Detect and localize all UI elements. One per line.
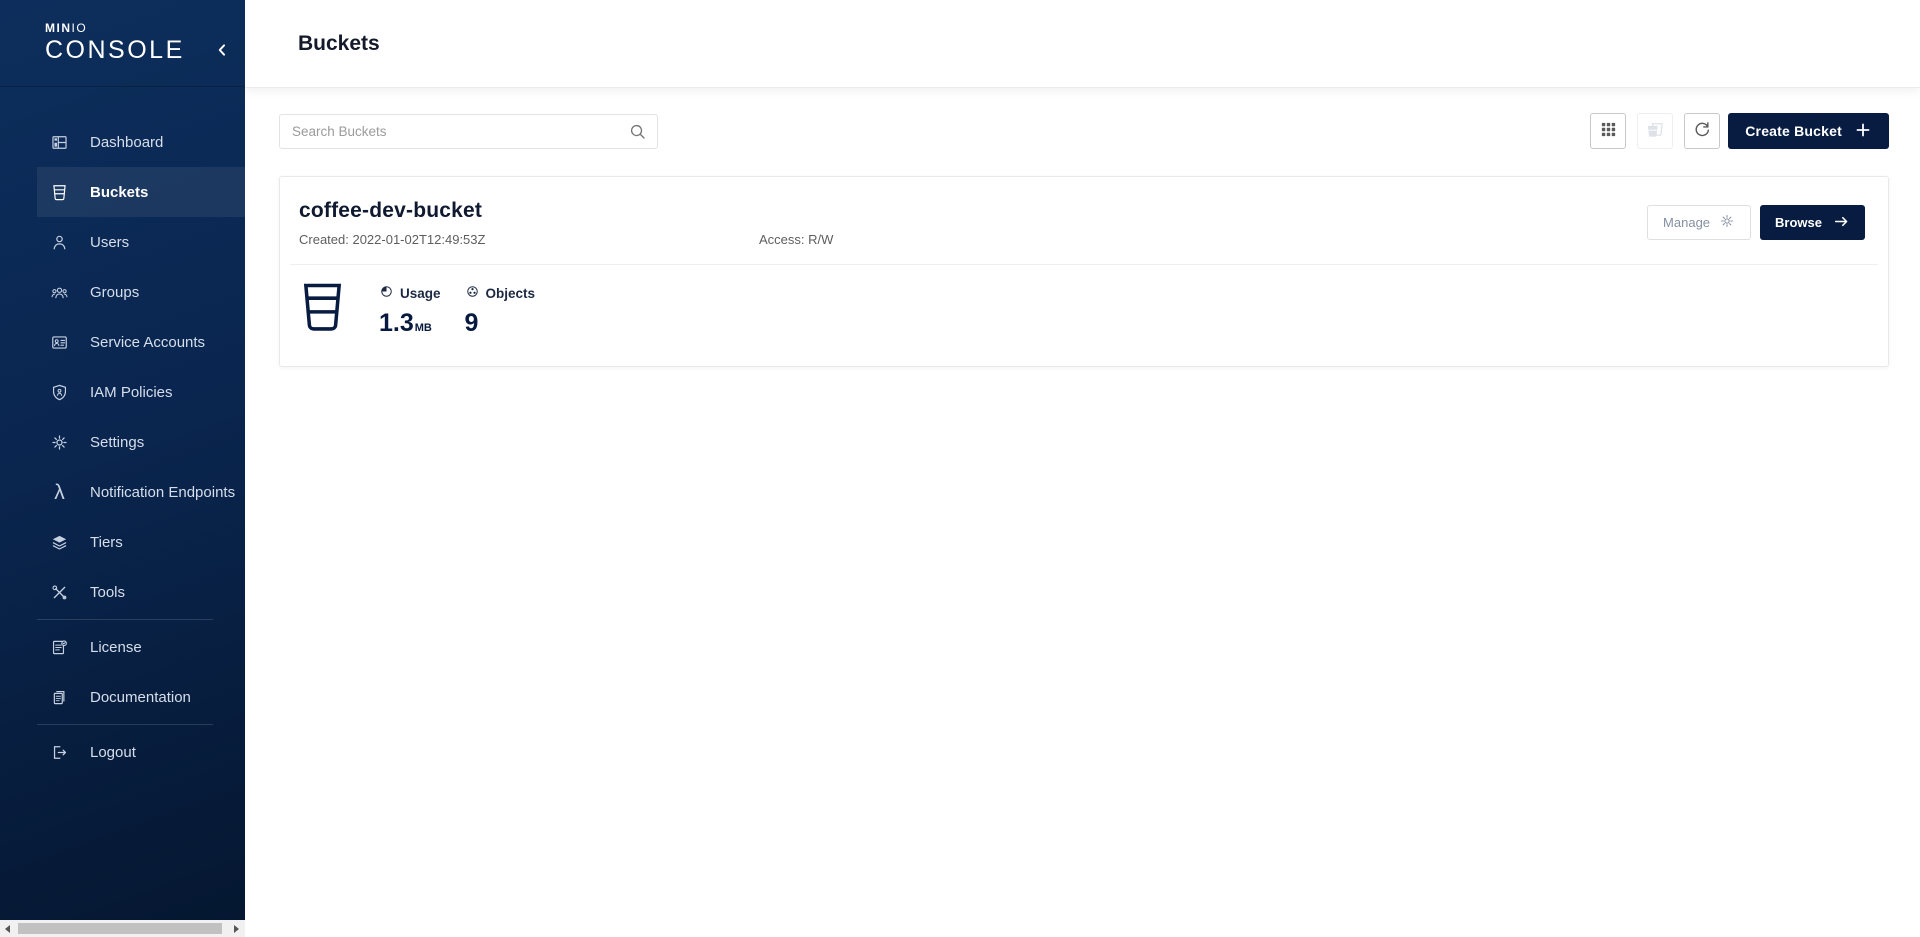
bucket-card: coffee-dev-bucket Created: 2022-01-02T12… <box>279 176 1889 367</box>
tools-icon <box>50 583 69 602</box>
bucket-created: Created: 2022-01-02T12:49:53Z <box>299 232 759 247</box>
grid-view-button[interactable] <box>1590 113 1626 149</box>
gear-icon <box>1719 213 1735 232</box>
list-view-button-disabled <box>1637 113 1673 149</box>
bucket-list-view-icon <box>1645 120 1665 143</box>
sidebar-item-buckets[interactable]: Buckets <box>37 167 245 217</box>
bucket-card-body: Usage 1.3MB Objects 9 <box>280 265 1888 366</box>
pie-chart-icon <box>379 284 394 302</box>
main-content: Buckets Create Bucket coffee-dev-bucket … <box>245 0 1920 937</box>
sidebar-item-label: Groups <box>90 284 139 301</box>
sidebar-item-dashboard[interactable]: Dashboard <box>37 117 245 167</box>
sidebar-item-iam-policies[interactable]: IAM Policies <box>37 367 245 417</box>
lambda-icon: λ <box>50 483 69 502</box>
sidebar-item-label: Service Accounts <box>90 334 205 351</box>
arrow-right-icon <box>1833 213 1850 233</box>
sidebar-item-documentation[interactable]: Documentation <box>37 672 245 722</box>
sidebar-item-label: Tools <box>90 584 125 601</box>
objects-label: Objects <box>486 286 536 301</box>
browse-button[interactable]: Browse <box>1760 205 1865 240</box>
sidebar-item-settings[interactable]: Settings <box>37 417 245 467</box>
objects-icon <box>465 284 480 302</box>
sidebar-item-label: IAM Policies <box>90 384 173 401</box>
sidebar-item-label: Users <box>90 234 129 251</box>
usage-metric: Usage 1.3MB <box>379 284 441 338</box>
sidebar-item-license[interactable]: License <box>37 622 245 672</box>
grid-view-icon <box>1599 120 1618 142</box>
usage-label: Usage <box>400 286 441 301</box>
usage-value: 1.3MB <box>379 309 441 338</box>
logout-icon <box>50 743 69 762</box>
bucket-access: Access: R/W <box>759 232 833 247</box>
minio-logo: MINIO <box>45 22 245 34</box>
bucket-name[interactable]: coffee-dev-bucket <box>299 199 1865 223</box>
sidebar-item-notification-endpoints[interactable]: λ Notification Endpoints <box>37 467 245 517</box>
bucket-card-header: coffee-dev-bucket Created: 2022-01-02T12… <box>280 177 1888 264</box>
layers-icon <box>50 533 69 552</box>
search-icon <box>628 122 647 146</box>
buckets-toolbar: Create Bucket <box>279 113 1889 149</box>
sidebar-logo-block: MINIO CONSOLE <box>0 0 245 87</box>
scrollbar-thumb[interactable] <box>18 923 222 934</box>
sidebar-item-tiers[interactable]: Tiers <box>37 517 245 567</box>
shield-icon <box>50 383 69 402</box>
search-input[interactable] <box>279 114 658 149</box>
sidebar-item-label: Documentation <box>90 689 191 706</box>
gear-icon <box>50 433 69 452</box>
bucket-metrics: Usage 1.3MB Objects 9 <box>379 284 535 338</box>
logo-text-bold: MIN <box>45 21 72 35</box>
sidebar-item-label: Logout <box>90 744 136 761</box>
page-header: Buckets <box>245 0 1920 87</box>
sidebar-nav: Dashboard Buckets Users Groups Service A… <box>0 117 245 777</box>
horizontal-scrollbar[interactable] <box>0 920 245 937</box>
scrollbar-right-arrow[interactable] <box>234 925 239 933</box>
chevron-left-icon <box>213 41 231 62</box>
objects-metric: Objects 9 <box>465 284 536 338</box>
service-accounts-icon <box>50 333 69 352</box>
page-title: Buckets <box>298 32 380 56</box>
sidebar-item-label: Settings <box>90 434 144 451</box>
groups-icon <box>50 283 69 302</box>
create-bucket-label: Create Bucket <box>1745 123 1842 139</box>
scrollbar-left-arrow[interactable] <box>5 925 10 933</box>
bucket-actions: Manage Browse <box>1647 205 1865 240</box>
usage-unit: MB <box>415 322 432 334</box>
sidebar-item-label: Buckets <box>90 184 148 201</box>
sidebar-item-label: Notification Endpoints <box>90 484 235 501</box>
sidebar: MINIO CONSOLE Dashboard Buckets Users Gr… <box>0 0 245 920</box>
sidebar-item-label: Dashboard <box>90 134 163 151</box>
sidebar-item-users[interactable]: Users <box>37 217 245 267</box>
objects-value: 9 <box>465 309 536 338</box>
sidebar-item-logout[interactable]: Logout <box>37 727 245 777</box>
dashboard-icon <box>50 133 69 152</box>
user-icon <box>50 233 69 252</box>
create-bucket-button[interactable]: Create Bucket <box>1728 113 1889 149</box>
bucket-icon <box>299 280 346 339</box>
bucket-meta: Created: 2022-01-02T12:49:53Z Access: R/… <box>299 232 1865 247</box>
bucket-icon <box>50 183 69 202</box>
sidebar-item-label: License <box>90 639 142 656</box>
refresh-button[interactable] <box>1684 113 1720 149</box>
sidebar-item-service-accounts[interactable]: Service Accounts <box>37 317 245 367</box>
sidebar-divider <box>37 619 213 620</box>
documentation-icon <box>50 688 69 707</box>
collapse-sidebar-button[interactable] <box>211 40 233 62</box>
search-box <box>279 114 658 149</box>
refresh-icon <box>1692 120 1712 143</box>
manage-button[interactable]: Manage <box>1647 205 1751 240</box>
license-icon <box>50 638 69 657</box>
sidebar-item-tools[interactable]: Tools <box>37 567 245 617</box>
plus-icon <box>1854 121 1872 142</box>
manage-label: Manage <box>1663 215 1710 230</box>
browse-label: Browse <box>1775 215 1822 230</box>
sidebar-item-label: Tiers <box>90 534 123 551</box>
sidebar-divider <box>37 724 213 725</box>
sidebar-item-groups[interactable]: Groups <box>37 267 245 317</box>
logo-text-light: IO <box>72 21 88 35</box>
